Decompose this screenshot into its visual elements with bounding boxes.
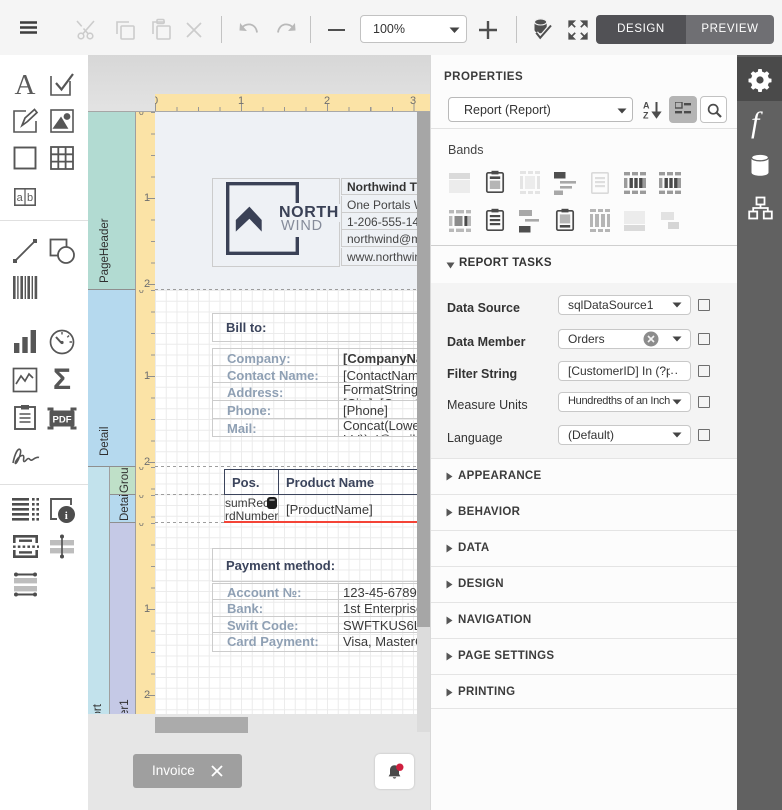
svg-text:i: i xyxy=(65,510,68,522)
svg-text:PDF: PDF xyxy=(53,415,72,426)
svg-text:a: a xyxy=(17,192,24,204)
svg-text:Z: Z xyxy=(643,111,649,121)
svg-text:b: b xyxy=(27,192,33,204)
svg-text:A: A xyxy=(643,101,650,111)
